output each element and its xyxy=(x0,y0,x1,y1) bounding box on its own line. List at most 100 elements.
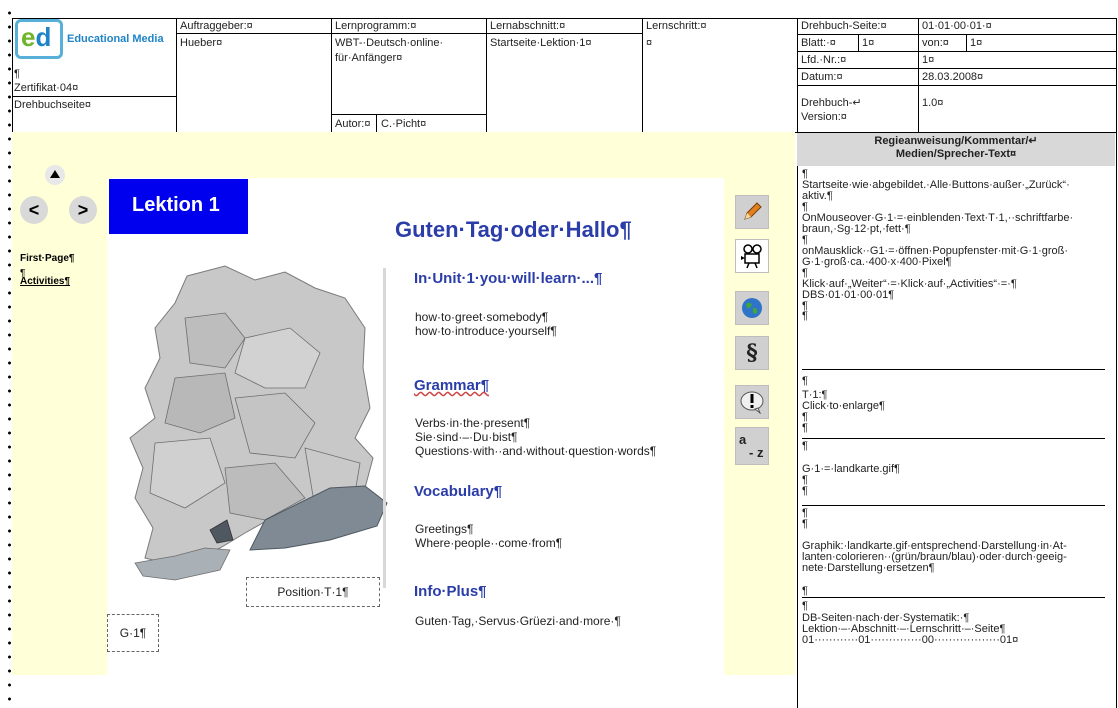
globe-button[interactable] xyxy=(735,291,769,325)
video-button[interactable] xyxy=(735,239,769,273)
logo-brand-text: Educational Media xyxy=(67,33,164,45)
row-divider xyxy=(797,68,1116,69)
logo-ed-mark: ed xyxy=(21,22,52,52)
table-left-border xyxy=(12,18,13,132)
unit-line: how·to·greet·somebody¶ xyxy=(415,310,549,324)
lfd-nr-value: 1¤ xyxy=(922,54,935,66)
info-plus-heading: Info·Plus¶ xyxy=(414,583,487,600)
col-divider xyxy=(966,34,967,51)
exclamation-icon xyxy=(740,391,764,414)
grammar-line: Sie·sind·–·Du·bist¶ xyxy=(415,430,518,444)
col-divider xyxy=(642,18,643,132)
film-camera-icon xyxy=(741,244,762,269)
unit-heading: In·Unit·1·you·will·learn·...¶ xyxy=(414,270,603,287)
von-label: von:¤ xyxy=(922,37,949,49)
grammar-heading: Grammar¶ xyxy=(414,377,490,394)
lernabschnitt-value: Startseite·Lektion·1¤ xyxy=(490,37,592,49)
col-divider xyxy=(858,34,859,51)
comment-line: Startseite·wie·abgebildet.·Alle·Buttons·… xyxy=(802,179,1070,191)
row-divider xyxy=(12,96,176,97)
vocabulary-line: Greetings¶ xyxy=(415,522,474,536)
comment-line: ¶ xyxy=(802,518,808,530)
comment-line: ¶ xyxy=(802,585,808,597)
page-title: Guten·Tag·oder·Hallo¶ xyxy=(395,217,632,242)
row-divider xyxy=(797,34,1116,35)
comment-line: ¶ xyxy=(802,422,808,434)
forward-button[interactable]: > xyxy=(69,196,97,224)
comment-divider xyxy=(802,438,1105,439)
auftraggeber-value: Hueber¤ xyxy=(180,37,223,49)
version-label-2: Version:¤ xyxy=(801,111,847,123)
datum-value: 28.03.2008¤ xyxy=(922,71,984,83)
unit-line: how·to·introduce·yourself¶ xyxy=(415,324,557,338)
row-divider xyxy=(331,114,486,115)
table-top-border xyxy=(12,18,1116,19)
drehbuch-seite-value: 01·01·00·01·¤ xyxy=(922,20,992,32)
blatt-value: 1¤ xyxy=(862,37,875,49)
glossary-button[interactable]: a - z xyxy=(735,427,769,465)
comment-line: ¶ xyxy=(802,310,808,322)
comment-line: ¶ xyxy=(802,485,808,497)
position-t1-box: Position·T·1¶ xyxy=(246,577,380,607)
drehbuchseite-label: Drehbuchseite¤ xyxy=(14,99,92,111)
comment-line: ¶ xyxy=(802,375,808,387)
comment-line: Click·to·enlarge¶ xyxy=(802,400,885,412)
back-button[interactable]: < xyxy=(20,196,48,224)
datum-label: Datum:¤ xyxy=(801,71,843,83)
law-button[interactable]: § xyxy=(735,336,769,370)
col-divider xyxy=(918,18,919,132)
col-divider xyxy=(376,114,377,132)
notes-button[interactable] xyxy=(735,195,769,229)
comment-line: ¶ xyxy=(802,440,808,452)
blatt-label: Blatt:·¤ xyxy=(801,37,836,49)
comment-heading: Regieanweisung/Kommentar/↵ Medien/Sprech… xyxy=(797,133,1115,166)
activities-link[interactable]: Activities¶ xyxy=(20,276,70,287)
pencil-icon xyxy=(744,202,762,220)
info-plus-line: Guten·Tag,·Servus·Grüezi·and·more·¶ xyxy=(415,614,621,628)
grammar-line: Questions·with··and·without·question·wor… xyxy=(415,444,657,458)
vocabulary-line: Where·people··come·from¶ xyxy=(415,536,563,550)
comment-divider xyxy=(802,597,1105,598)
pilcrow-mark: ¶ xyxy=(14,68,20,80)
comment-heading-line: Medien/Sprecher-Text¤ xyxy=(895,148,1017,160)
scroll-up-button[interactable] xyxy=(45,165,65,185)
comment-divider xyxy=(802,505,1105,506)
lernprogramm-value: WBT-·Deutsch·online· xyxy=(335,37,444,49)
lernprogramm-label: Lernprogramm:¤ xyxy=(335,20,417,32)
comment-line: nete·Darstellung·ersetzen¶ xyxy=(802,562,935,574)
lernabschnitt-label: Lernabschnitt:¤ xyxy=(490,20,566,32)
comment-line: ¶ xyxy=(802,600,808,612)
paragraph-icon: § xyxy=(746,340,758,366)
g1-label-box: G·1¶ xyxy=(107,614,159,652)
vocabulary-heading: Vocabulary¶ xyxy=(414,483,503,500)
glossary-a-label: a xyxy=(739,432,747,447)
comment-divider xyxy=(802,369,1105,370)
version-label: Drehbuch-↵ xyxy=(801,97,862,109)
zertifikat-label: Zertifikat·04¤ xyxy=(14,82,79,94)
first-page-link[interactable]: First·Page¶ xyxy=(20,253,74,264)
row-divider xyxy=(797,85,1116,86)
comment-column: Regieanweisung/Kommentar/↵ Medien/Sprech… xyxy=(797,133,1115,708)
comment-line: G·1·groß·ca.·400·x·400·Pixel¶ xyxy=(802,256,952,268)
row-divider xyxy=(176,33,642,34)
col-divider xyxy=(486,18,487,132)
von-value: 1¤ xyxy=(970,37,983,49)
glossary-z-label: - z xyxy=(749,445,764,460)
autor-value: C.·Picht¤ xyxy=(381,118,427,130)
drehbuch-seite-label: Drehbuch-Seite:¤ xyxy=(801,20,887,32)
germany-map-image[interactable] xyxy=(115,258,390,598)
educational-media-logo: ed Educational Media xyxy=(15,19,177,59)
lernschritt-label: Lernschritt:¤ xyxy=(646,20,707,32)
lernschritt-value: ¤ xyxy=(646,37,653,49)
autor-label: Autor:¤ xyxy=(335,118,371,130)
lfd-nr-label: Lfd.·Nr.:¤ xyxy=(801,54,847,66)
globe-icon xyxy=(742,298,762,318)
margin-dots xyxy=(8,6,11,706)
auftraggeber-label: Auftraggeber:¤ xyxy=(180,20,253,32)
row-divider xyxy=(797,51,1116,52)
info-button[interactable] xyxy=(735,385,769,419)
lektion-banner: Lektion 1 xyxy=(109,179,248,234)
comment-line: 01············01··············00········… xyxy=(802,634,1019,646)
comment-line: G·1·=·landkarte.gif¶ xyxy=(802,463,900,475)
table-right-border xyxy=(1116,18,1117,708)
